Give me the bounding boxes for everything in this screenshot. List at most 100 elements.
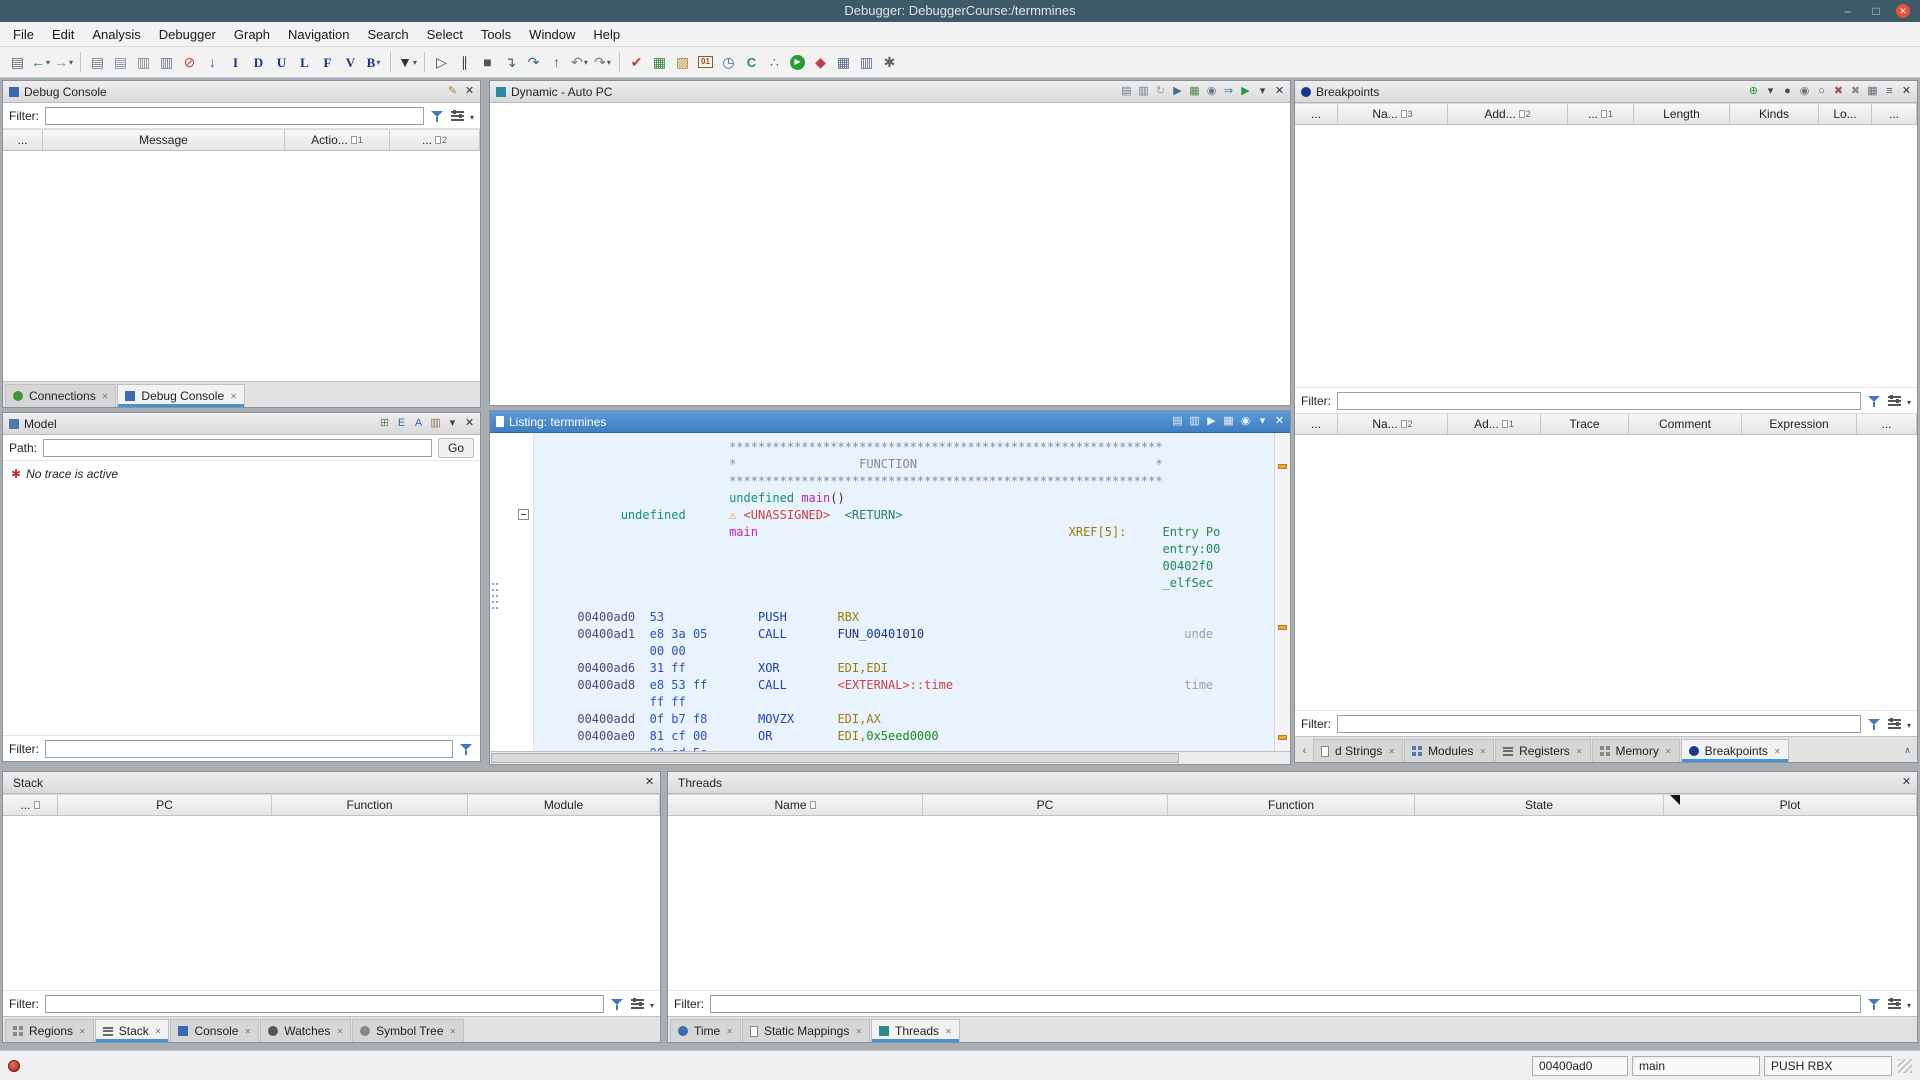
listing-line[interactable]: 00400ae0 81 cf 00 OR EDI,0x5eed0000 [534,728,1274,745]
listing-line[interactable]: ****************************************… [534,439,1274,456]
threads-table-body[interactable] [668,816,1917,990]
close-panel-icon[interactable]: ✕ [1273,86,1286,97]
column-header-item[interactable]: ... 1 [1568,104,1634,124]
menu-search[interactable]: Search [358,22,417,46]
enable-breakpoint-icon[interactable]: ● [1781,86,1794,97]
column-header-message[interactable]: Message [43,130,285,150]
tab-regions[interactable]: Regions ✕ [5,1019,94,1042]
close-panel-icon[interactable]: ✕ [463,418,476,429]
threads-header[interactable]: Threads ✕ [668,772,1917,794]
close-tab-icon[interactable]: ✕ [1774,747,1781,756]
menu-caret-icon[interactable]: ▾ [1764,86,1777,97]
filter-options-icon[interactable] [1887,997,1901,1010]
clear-console-icon[interactable]: ✎ [446,86,459,97]
table-icon[interactable]: ▦ [1866,86,1879,97]
tab-connections[interactable]: Connections ✕ [5,384,117,407]
listing-header[interactable]: Listing: termmines ▤ ▥ ▶ ▦ ◉ ▾ ✕ [490,411,1290,433]
close-button[interactable]: ✕ [1896,4,1910,18]
filter-options-caret[interactable] [1907,394,1911,408]
menu-navigation[interactable]: Navigation [279,22,358,46]
debug-console-table-body[interactable] [3,151,480,381]
column-header-pc[interactable]: PC [923,795,1168,815]
close-tab-icon[interactable]: ✕ [1665,747,1672,756]
filter-options-icon[interactable] [1887,394,1901,407]
menu-tools[interactable]: Tools [472,22,520,46]
column-header-comment[interactable]: Comment [1629,414,1742,434]
filter-input[interactable] [45,106,424,125]
patch-icon[interactable]: ▨ [672,50,693,74]
stop-icon[interactable]: ■ [477,50,498,74]
listing-line[interactable]: 00400ad8 e8 53 ff CALL <EXTERNAL>::time … [534,677,1274,694]
column-header-item[interactable]: ... [1872,104,1917,124]
minimize-button[interactable]: – [1840,3,1856,19]
step-back-icon[interactable]: ↶ ▾ [569,50,590,74]
forward-icon[interactable]: → ▾ [53,50,74,74]
layout-icon[interactable]: ▥ [856,50,877,74]
attributes-icon[interactable]: A [412,418,425,429]
close-panel-icon[interactable]: ✕ [463,86,476,97]
close-panel-icon[interactable]: ✕ [643,777,656,788]
close-tab-icon[interactable]: ✕ [1576,747,1583,756]
column-header-plot[interactable]: Plot [1664,795,1917,815]
close-panel-icon[interactable]: ✕ [1900,86,1913,97]
column-header-ad[interactable]: Ad... 1 [1448,414,1541,434]
listing-line[interactable]: 00 00 [534,643,1274,660]
column-header-function[interactable]: Function [1168,795,1415,815]
copy-icon[interactable]: ▤ [1171,416,1184,427]
column-header-name[interactable]: Name [668,795,923,815]
cursor-select-icon[interactable]: ▼ ▾ [397,50,418,74]
marker-v-icon[interactable]: V [340,50,361,74]
bookmark-marker[interactable] [1278,625,1287,630]
breakpoint-locations-table-body[interactable] [1295,435,1917,710]
listing-line[interactable]: _elfSec [534,575,1274,592]
close-panel-icon[interactable]: ✕ [1900,777,1913,788]
snapshot-icon[interactable]: ◉ [1239,416,1252,427]
track-location-icon[interactable]: ▶ [1171,86,1184,97]
maximize-button[interactable]: □ [1868,3,1884,19]
column-header-expression[interactable]: Expression [1742,414,1857,434]
paste-icon[interactable]: ▥ [1137,86,1150,97]
close-tab-icon[interactable]: ✕ [1388,747,1395,756]
close-tab-icon[interactable]: ✕ [244,1027,251,1036]
export-icon[interactable]: ▥ [156,50,177,74]
tab-breakpoints[interactable]: Breakpoints ✕ [1680,739,1789,762]
table-icon[interactable]: ▦ [833,50,854,74]
close-tab-icon[interactable]: ✕ [1479,747,1486,756]
pause-icon[interactable]: ∥ [454,50,475,74]
tab-stack[interactable]: Stack ✕ [94,1019,170,1042]
column-header-item[interactable]: ... [1857,414,1917,434]
listing-line[interactable]: ff ff [534,694,1274,711]
listing-line[interactable]: undefined ⚠ <UNASSIGNED> <RETURN> [534,507,1274,524]
marker-b-icon[interactable]: B ▾ [363,50,384,74]
paste-icon[interactable]: ▥ [133,50,154,74]
tab-time[interactable]: Time ✕ [670,1019,741,1042]
breakpoints-header[interactable]: Breakpoints ⊕ ▾ ● ◉ ○ ✖ ✖ ▦ ≡ ✕ [1295,81,1917,103]
menu-edit[interactable]: Edit [43,22,83,46]
column-header-pc[interactable]: PC [58,795,272,815]
emulate-icon[interactable]: ◆ [810,50,831,74]
clipboard-icon[interactable]: ▥ [429,418,442,429]
path-input[interactable] [43,438,432,457]
tab-console[interactable]: Console ✕ [170,1019,260,1042]
listing-line[interactable]: 00400ad6 31 ff XOR EDI,EDI [534,660,1274,677]
tab-registers[interactable]: Registers ✕ [1495,739,1591,762]
column-header-na[interactable]: Na... 3 [1338,104,1448,124]
copy-icon[interactable]: ▤ [110,50,131,74]
listing-lines[interactable]: ****************************************… [534,433,1274,751]
close-tab-icon[interactable]: ✕ [155,1027,162,1036]
dynamic-header[interactable]: Dynamic - Auto PC ▤ ▥ ↻ ▶ ▦ ◉ ⇒ ▶ ▾ ✕ [490,81,1290,103]
tab-d-strings[interactable]: d Strings ✕ [1313,739,1404,762]
listing-line[interactable]: undefined main() [534,490,1274,507]
column-header-add[interactable]: Add... 2 [1448,104,1568,124]
tab-debug-console[interactable]: Debug Console ✕ [117,384,245,407]
back-icon[interactable]: ← ▾ [30,50,51,74]
listing-line[interactable]: 00400add 0f b7 f8 MOVZX EDI,AX [534,711,1274,728]
column-header-state[interactable]: State [1415,795,1664,815]
listing-line[interactable]: * FUNCTION * [534,456,1274,473]
settings-icon[interactable]: ✱ [879,50,900,74]
snapshot-icon[interactable]: ◉ [1205,86,1218,97]
step-out-icon[interactable]: ↑ [546,50,567,74]
filter-funnel-icon[interactable] [610,997,625,1011]
tab-memory[interactable]: Memory ✕ [1591,739,1680,762]
model-header[interactable]: Model ⊞ E A ▥ ▾ ✕ [3,413,480,435]
